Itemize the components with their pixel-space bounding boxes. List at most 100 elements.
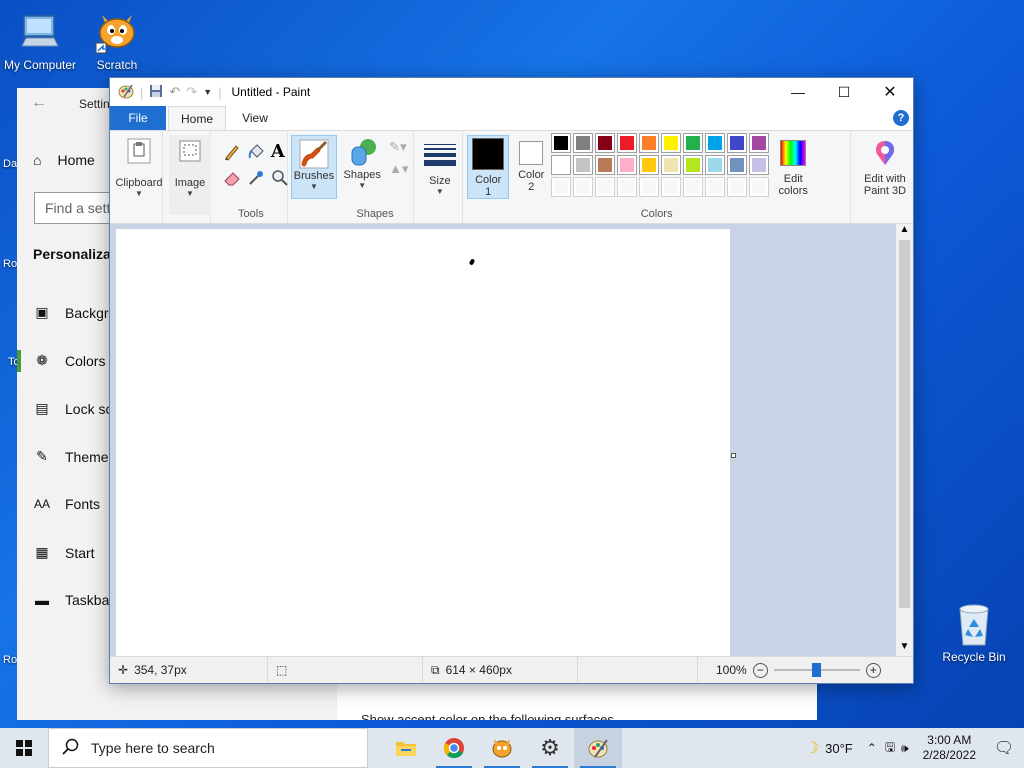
back-arrow-icon[interactable]: ← (31, 94, 47, 112)
palette-swatch[interactable] (595, 155, 616, 175)
edit-with-paint3d-button[interactable]: Edit with Paint 3D (855, 135, 915, 199)
fill-icon[interactable]: ▲▾ (389, 161, 408, 177)
nav-background[interactable]: ▣ Backgro (33, 304, 116, 321)
custom-color-slot[interactable] (727, 177, 748, 197)
vertical-scrollbar[interactable]: ▲ ▼ (896, 224, 913, 657)
settings-bottom-text: Show accent color on the following surfa… (361, 712, 614, 720)
custom-color-slot[interactable] (617, 177, 638, 197)
nav-start[interactable]: ▦ Start (33, 544, 94, 561)
desktop-icon-scratch[interactable]: Scratch (77, 8, 157, 72)
tab-file[interactable]: File (110, 106, 166, 130)
palette-swatch[interactable] (617, 155, 638, 175)
save-icon[interactable] (149, 84, 163, 101)
palette-swatch[interactable] (639, 133, 660, 153)
taskbar-clock[interactable]: 3:00 AM 2/28/2022 (915, 733, 984, 763)
palette-swatch[interactable] (617, 133, 638, 153)
taskbar-search-box[interactable]: Type here to search (48, 728, 368, 768)
custom-color-slot[interactable] (595, 177, 616, 197)
palette-swatch[interactable] (749, 155, 770, 175)
palette-swatch[interactable] (661, 133, 682, 153)
network-icon[interactable]: 🖫 (885, 738, 895, 759)
size-button[interactable]: Size ▼ (420, 135, 460, 199)
brushes-button[interactable]: Brushes ▼ (290, 135, 337, 199)
custom-color-slot[interactable] (639, 177, 660, 197)
shapes-button[interactable]: Shapes ▼ (341, 135, 383, 199)
palette-swatch[interactable] (683, 155, 704, 175)
close-button[interactable]: ✕ (867, 78, 913, 106)
weather-moon-icon[interactable]: ☽ (805, 738, 819, 758)
clipboard-button[interactable]: Clipboard ▼ (113, 135, 165, 215)
custom-color-slot[interactable] (661, 177, 682, 197)
outline-icon[interactable]: ✎▾ (389, 139, 406, 155)
nav-taskbar[interactable]: ▬ Taskbar (33, 592, 114, 608)
text-tool-icon[interactable]: A (271, 141, 285, 162)
scrollbar-thumb[interactable] (899, 240, 910, 608)
zoom-slider[interactable] (773, 663, 860, 677)
zoom-slider-thumb[interactable] (812, 663, 822, 677)
custom-color-slot[interactable] (749, 177, 770, 197)
nav-themes[interactable]: ✎ Themes (33, 448, 115, 465)
swatch-color (752, 136, 767, 150)
show-hidden-icons-icon[interactable]: ⌃ (867, 741, 877, 755)
palette-swatch[interactable] (573, 133, 594, 153)
palette-swatch[interactable] (683, 133, 704, 153)
palette-swatch[interactable] (551, 133, 572, 153)
weather-temperature[interactable]: 30°F (825, 741, 853, 756)
desktop-icon-recycle-bin[interactable]: Recycle Bin (934, 600, 1014, 664)
palette-swatch[interactable] (639, 155, 660, 175)
palette-swatch[interactable] (705, 155, 726, 175)
undo-icon[interactable]: ↶ (169, 84, 180, 100)
nav-fonts[interactable]: AА Fonts (33, 496, 100, 512)
canvas-resize-handle[interactable] (731, 453, 736, 458)
color2-button[interactable]: Color 2 (511, 135, 551, 199)
nav-lock-screen[interactable]: ▤ Lock sc (33, 400, 112, 417)
redo-icon[interactable]: ↷ (186, 84, 197, 100)
palette-swatch[interactable] (573, 155, 594, 175)
palette-swatch[interactable] (661, 155, 682, 175)
zoom-out-icon[interactable]: − (752, 662, 768, 678)
zoom-in-icon[interactable]: + (865, 662, 881, 678)
nav-colors[interactable]: ❁ Colors (33, 352, 105, 369)
scroll-up-icon[interactable]: ▲ (896, 224, 913, 240)
taskbar-paint[interactable] (574, 728, 622, 768)
image-button[interactable]: Image ▼ (168, 135, 211, 215)
paint-titlebar[interactable]: | ↶ ↷ ▼ | Untitled - Paint — ☐ ✕ (110, 78, 913, 106)
customize-qat-icon[interactable]: ▼ (203, 87, 212, 97)
palette-swatch[interactable] (705, 133, 726, 153)
minimize-button[interactable]: — (775, 78, 821, 106)
volume-icon[interactable]: 🕪 (901, 741, 909, 756)
custom-color-slot[interactable] (683, 177, 704, 197)
drawing-canvas[interactable] (116, 229, 730, 657)
taskbar-chrome[interactable] (430, 728, 478, 768)
maximize-button[interactable]: ☐ (821, 78, 867, 106)
notification-icon[interactable]: 🗨 (984, 738, 1024, 758)
color1-button[interactable]: Color 1 (467, 135, 510, 199)
scroll-down-icon[interactable]: ▼ (896, 641, 913, 657)
palette-swatch[interactable] (551, 155, 572, 175)
taskbar-file-explorer[interactable] (382, 728, 430, 768)
palette-swatch[interactable] (749, 133, 770, 153)
tab-home[interactable]: Home (168, 106, 226, 130)
custom-color-slot[interactable] (573, 177, 594, 197)
eraser-icon[interactable] (223, 169, 243, 189)
settings-home-link[interactable]: ⌂ Home (33, 152, 95, 168)
pencil-icon[interactable] (223, 143, 243, 163)
palette-swatch[interactable] (727, 155, 748, 175)
taskbar-settings[interactable]: ⚙ (526, 728, 574, 768)
nav-label: Fonts (65, 496, 101, 512)
palette-swatch[interactable] (727, 133, 748, 153)
color-picker-icon[interactable] (247, 169, 267, 189)
help-icon[interactable]: ? (893, 110, 909, 126)
taskbar-scratch[interactable] (478, 728, 526, 768)
selection-icon: ⬚ (276, 663, 288, 677)
start-button[interactable] (0, 728, 48, 768)
custom-color-slot[interactable] (551, 177, 572, 197)
custom-color-slot[interactable] (705, 177, 726, 197)
palette-swatch[interactable] (595, 133, 616, 153)
tab-view[interactable]: View (226, 106, 284, 130)
edit-colors-button[interactable]: Edit colors (773, 135, 813, 199)
fill-bucket-icon[interactable] (247, 143, 267, 163)
computer-icon (16, 8, 64, 56)
chrome-icon (443, 738, 464, 759)
desktop-icon-my-computer[interactable]: My Computer (0, 8, 80, 72)
